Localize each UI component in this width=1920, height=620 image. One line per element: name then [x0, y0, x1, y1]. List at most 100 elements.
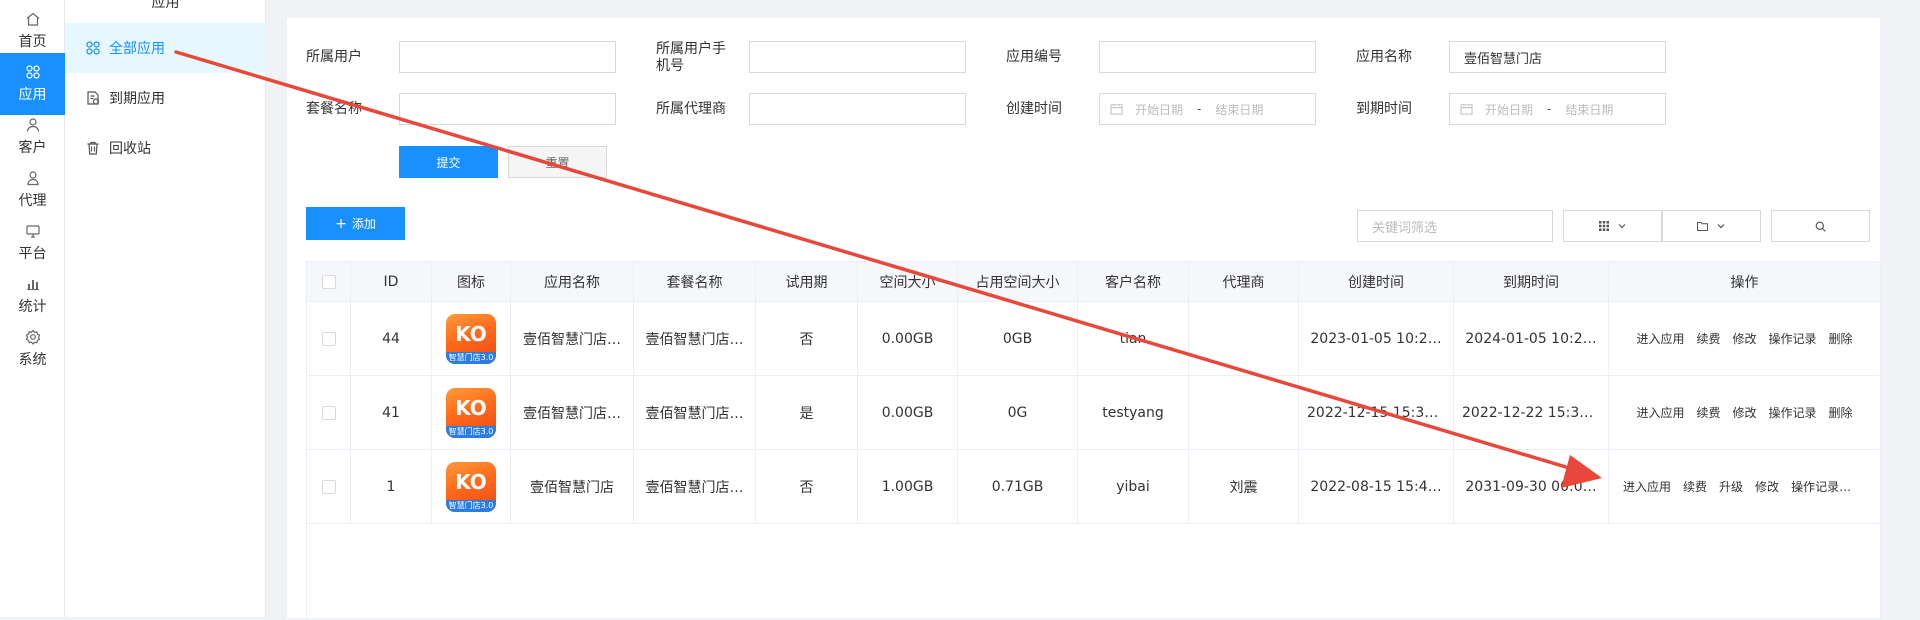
calendar-icon	[1460, 103, 1473, 115]
sub-nav-title: 应用	[151, 0, 180, 11]
cell-package: 壹佰智慧门店…	[633, 375, 756, 450]
chevron-down-icon	[1618, 224, 1625, 229]
upgrade-link[interactable]: 升级	[1719, 480, 1743, 494]
cell-customer: yibai	[1077, 449, 1189, 524]
cell-customer: testyang	[1077, 375, 1189, 450]
col-header-app-name: 应用名称	[510, 261, 634, 302]
svg-text:KO: KO	[455, 322, 487, 346]
cell-app-name: 壹佰智慧门店…	[510, 301, 634, 376]
nav-system-label: 系统	[18, 352, 47, 368]
app-name-label: 应用名称	[1356, 49, 1412, 65]
cell-created: 2023-01-05 10:2…	[1298, 301, 1454, 376]
cell-expire: 2031-09-30 00:0…	[1453, 449, 1609, 524]
row-checkbox[interactable]	[321, 405, 336, 420]
app-logo-icon: KO 智慧门店3.0	[446, 387, 496, 438]
cell-customer: tian	[1077, 301, 1189, 376]
enter-app-link[interactable]: 进入应用	[1636, 332, 1684, 346]
expire-time-label: 到期时间	[1356, 101, 1412, 117]
operation-log-link[interactable]: 操作记录	[1791, 480, 1839, 494]
delete-link[interactable]: 删除	[1829, 332, 1853, 346]
col-header-agent: 代理商	[1188, 261, 1299, 302]
home-icon	[26, 12, 39, 26]
created-date-range[interactable]: 开始日期 - 结束日期	[1099, 93, 1316, 125]
table-row: 1 KO 智慧门店3.0 壹佰智慧门店 壹佰智慧门店… 否 1.00GB 0.71…	[306, 449, 1881, 524]
cell-app-name: 壹佰智慧门店	[510, 449, 634, 524]
nav-statistics-label: 统计	[18, 299, 47, 315]
calendar-icon	[1110, 103, 1123, 115]
cell-actions: 进入应用 续费 修改 操作记录 删除	[1608, 375, 1881, 450]
sub-nav-expired-apps[interactable]: 到期应用	[65, 73, 266, 123]
grid-icon	[1598, 221, 1609, 231]
sub-nav-all-apps-label: 全部应用	[109, 41, 165, 57]
edit-link[interactable]: 修改	[1732, 332, 1756, 346]
app-code-input[interactable]	[1099, 41, 1316, 73]
cell-trial: 否	[755, 449, 858, 524]
cell-used-space: 0GB	[957, 301, 1078, 376]
nav-system[interactable]: 系统	[0, 318, 65, 380]
apps-icon	[25, 65, 40, 79]
cell-space: 1.00GB	[857, 449, 958, 524]
sub-nav: 应用 全部应用 到期应用 回收站	[65, 0, 266, 617]
nav-home-label: 首页	[18, 34, 47, 50]
delete-link[interactable]: 删除	[1851, 480, 1875, 494]
package-label: 套餐名称	[306, 101, 362, 117]
row-checkbox[interactable]	[321, 479, 336, 494]
table-empty-space	[306, 523, 1881, 620]
cell-space: 0.00GB	[857, 301, 958, 376]
sub-nav-expired-apps-label: 到期应用	[109, 91, 165, 107]
col-header-icon: 图标	[431, 261, 511, 302]
agent-icon	[26, 171, 39, 186]
cell-app-name: 壹佰智慧门店…	[510, 375, 634, 450]
enter-app-link[interactable]: 进入应用	[1623, 480, 1671, 494]
cell-expire: 2024-01-05 10:2…	[1453, 301, 1609, 376]
renew-link[interactable]: 续费	[1696, 332, 1720, 346]
agent-input[interactable]	[749, 93, 966, 125]
app-name-input[interactable]: 壹佰智慧门店	[1449, 41, 1666, 73]
expire-date-range[interactable]: 开始日期 - 结束日期	[1449, 93, 1666, 125]
col-header-created[interactable]: 创建时间	[1298, 261, 1454, 302]
operation-log-link[interactable]: 操作记录	[1769, 406, 1817, 420]
cell-agent: 刘震	[1188, 449, 1299, 524]
renew-link[interactable]: 续费	[1683, 480, 1707, 494]
reset-button[interactable]: 重置	[508, 146, 607, 178]
operation-log-link[interactable]: 操作记录	[1769, 332, 1817, 346]
sub-nav-recycle-bin[interactable]: 回收站	[65, 123, 266, 173]
edit-link[interactable]: 修改	[1755, 480, 1779, 494]
cell-space: 0.00GB	[857, 375, 958, 450]
sub-nav-recycle-bin-label: 回收站	[109, 141, 151, 157]
keyword-filter-input[interactable]: 关键词筛选	[1357, 210, 1553, 242]
cell-expire: 2022-12-22 15:31…	[1453, 375, 1609, 450]
row-checkbox[interactable]	[321, 331, 336, 346]
package-input[interactable]	[399, 93, 616, 125]
col-header-id[interactable]: ID	[350, 261, 432, 302]
renew-link[interactable]: 续费	[1696, 406, 1720, 420]
app-code-label: 应用编号	[1006, 49, 1062, 65]
delete-link[interactable]: 删除	[1829, 406, 1853, 420]
folder-icon	[1697, 222, 1708, 231]
search-button[interactable]	[1771, 210, 1870, 242]
cell-id: 1	[350, 449, 432, 524]
submit-button[interactable]: 提交	[399, 146, 498, 178]
owner-phone-input[interactable]	[749, 41, 966, 73]
sub-nav-all-apps[interactable]: 全部应用	[65, 23, 266, 73]
column-view-toggle[interactable]	[1563, 210, 1662, 242]
cell-created: 2022-08-15 15:4…	[1298, 449, 1454, 524]
add-button[interactable]: + 添加	[306, 207, 405, 240]
enter-app-link[interactable]: 进入应用	[1636, 406, 1684, 420]
cell-agent	[1188, 375, 1299, 450]
monitor-icon	[25, 225, 40, 238]
cell-icon: KO 智慧门店3.0	[431, 449, 511, 524]
cell-id: 41	[350, 375, 432, 450]
app-logo-icon: KO 智慧门店3.0	[446, 313, 496, 364]
edit-link[interactable]: 修改	[1732, 406, 1756, 420]
export-toggle[interactable]	[1662, 210, 1761, 242]
expire-start-placeholder: 开始日期	[1485, 102, 1534, 117]
bar-chart-icon	[26, 280, 39, 290]
cell-actions: 进入应用 续费 修改 操作记录 删除	[1608, 301, 1881, 376]
row-select-cell	[306, 449, 351, 524]
owner-user-input[interactable]	[399, 41, 616, 73]
table-header-row: ID 图标 应用名称 套餐名称 试用期 空间大小 占用空间大小 客户名称 代理商…	[306, 261, 1881, 302]
select-all-checkbox[interactable]	[321, 274, 336, 289]
col-header-expire[interactable]: 到期时间	[1453, 261, 1609, 302]
app-logo-icon: KO 智慧门店3.0	[446, 461, 496, 512]
